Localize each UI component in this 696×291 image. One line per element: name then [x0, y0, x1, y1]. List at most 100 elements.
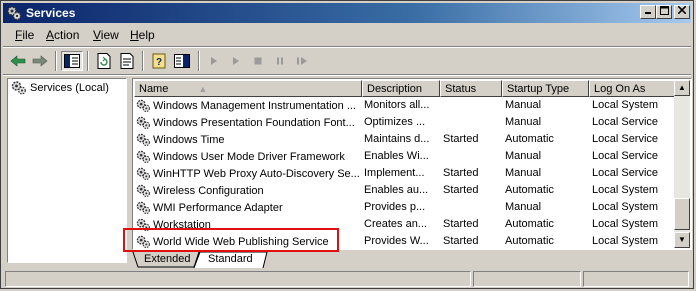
title-bar[interactable]: Services: [3, 3, 691, 23]
properties-button[interactable]: [171, 51, 193, 71]
service-gear-icon: [136, 116, 150, 129]
pause-icon: [277, 57, 283, 65]
service-row[interactable]: Windows Presentation Foundation Font... O…: [133, 114, 676, 131]
service-status: Started: [443, 184, 479, 196]
status-pane-main: [5, 271, 471, 287]
vertical-scrollbar[interactable]: ▲ ▼: [674, 80, 690, 248]
service-row[interactable]: WMI Performance Adapter Provides p... Manu…: [133, 199, 676, 216]
maximize-button[interactable]: [656, 5, 672, 19]
service-row[interactable]: Windows Time Maintains d... Started Automat…: [133, 131, 676, 148]
column-header-startup-type[interactable]: Startup Type: [502, 80, 589, 97]
menu-file[interactable]: File: [15, 28, 34, 42]
service-row[interactable]: Windows Management Instrumentation ... Mo…: [133, 97, 676, 114]
restart-icon: [297, 57, 307, 65]
service-status: Started: [443, 133, 479, 145]
column-header-name[interactable]: Name ▲: [134, 80, 362, 97]
service-name: WMI Performance Adapter: [153, 202, 283, 214]
service-gear-icon: [136, 235, 150, 248]
service-row[interactable]: Windows User Mode Driver Framework Enable…: [133, 148, 676, 165]
status-pane-3: [583, 271, 689, 287]
service-startup-type: Automatic: [505, 235, 554, 247]
tree-item-services-local[interactable]: Services (Local): [11, 81, 109, 95]
stop-service-button[interactable]: [247, 51, 269, 71]
service-row[interactable]: Wireless Configuration Enables au... Start…: [133, 182, 676, 199]
restart-service-button[interactable]: [291, 51, 313, 71]
service-name: WinHTTP Web Proxy Auto-Discovery Se...: [153, 168, 360, 180]
properties-pane-icon: [174, 54, 190, 68]
services-list: Name ▲ Description Status Startup Type Lo…: [132, 78, 692, 250]
service-startup-type: Manual: [505, 201, 542, 213]
scroll-down-button[interactable]: ▼: [674, 232, 690, 248]
service-description: Provides W...: [364, 235, 429, 247]
service-name-cell: Windows User Mode Driver Framework: [136, 150, 361, 164]
service-name-cell: Windows Management Instrumentation ...: [136, 99, 361, 113]
tab-standard[interactable]: Standard: [200, 253, 261, 268]
minimize-button[interactable]: [640, 5, 656, 19]
service-log-on-as: Local System: [592, 235, 659, 247]
column-header-description[interactable]: Description: [362, 80, 440, 97]
play-icon: [211, 57, 217, 65]
service-description: Maintains d...: [364, 133, 430, 145]
help-button[interactable]: ?: [148, 51, 170, 71]
service-description: Monitors all...: [364, 99, 430, 111]
window-title: Services: [26, 6, 76, 20]
menu-action[interactable]: Action: [46, 28, 79, 42]
scroll-up-button[interactable]: ▲: [674, 80, 690, 96]
service-startup-type: Manual: [505, 150, 542, 162]
scroll-thumb[interactable]: [674, 198, 690, 230]
pause-service-button[interactable]: [269, 51, 291, 71]
service-log-on-as: Local Service: [592, 116, 659, 128]
service-status: Started: [443, 218, 479, 230]
service-name-cell: Workstation: [136, 218, 361, 232]
service-row[interactable]: Workstation Creates an... Started Automatic…: [133, 216, 676, 233]
service-row[interactable]: WinHTTP Web Proxy Auto-Discovery Se... Im…: [133, 165, 676, 182]
back-arrow-icon: [10, 55, 26, 67]
stop-icon: [254, 57, 262, 65]
service-startup-type: Automatic: [505, 133, 554, 145]
service-description: Enables au...: [364, 184, 429, 196]
service-log-on-as: Local System: [592, 99, 659, 111]
service-status: Started: [443, 235, 479, 247]
services-window: Services File Action View Help ? Service…: [0, 0, 694, 289]
toolbar-separator: [55, 51, 57, 71]
column-header-log-on-as[interactable]: Log On As: [589, 80, 676, 97]
service-gear-icon: [136, 150, 150, 163]
close-icon: [677, 5, 687, 15]
column-label: Name: [139, 83, 169, 95]
service-name: Windows Time: [153, 134, 225, 146]
service-log-on-as: Local Service: [592, 133, 659, 145]
close-button[interactable]: [674, 5, 690, 19]
service-startup-type: Automatic: [505, 184, 554, 196]
service-row[interactable]: World Wide Web Publishing Service Provide…: [133, 233, 676, 249]
service-log-on-as: Local System: [592, 201, 659, 213]
forward-button[interactable]: [29, 51, 51, 71]
service-gear-icon: [136, 99, 150, 112]
back-button[interactable]: [7, 51, 29, 71]
service-log-on-as: Local System: [592, 184, 659, 196]
service-name: Windows Management Instrumentation ...: [153, 100, 356, 112]
toolbar-separator-line: [3, 74, 691, 76]
service-description: Implement...: [364, 167, 425, 179]
start-service-button[interactable]: [203, 51, 225, 71]
service-gear-icon: [136, 167, 150, 180]
service-name: World Wide Web Publishing Service: [153, 236, 329, 248]
service-description: Optimizes ...: [364, 116, 426, 128]
maximize-icon: [659, 6, 669, 15]
service-gear-icon: [136, 201, 150, 214]
service-description: Enables Wi...: [364, 150, 429, 162]
export-list-button[interactable]: [116, 51, 138, 71]
console-tree-icon: [64, 54, 80, 68]
service-log-on-as: Local Service: [592, 150, 659, 162]
refresh-button[interactable]: [93, 51, 115, 71]
column-header-status[interactable]: Status: [440, 80, 502, 97]
service-description: Creates an...: [364, 218, 427, 230]
menu-help[interactable]: Help: [130, 28, 155, 42]
service-startup-type: Automatic: [505, 218, 554, 230]
play-next-button[interactable]: [225, 51, 247, 71]
show-hide-console-tree-button[interactable]: [61, 51, 83, 71]
column-label: Description: [367, 83, 423, 95]
service-name: Workstation: [153, 219, 211, 231]
tab-extended[interactable]: Extended: [136, 253, 198, 268]
menu-view[interactable]: View: [93, 28, 119, 42]
service-startup-type: Manual: [505, 167, 542, 179]
